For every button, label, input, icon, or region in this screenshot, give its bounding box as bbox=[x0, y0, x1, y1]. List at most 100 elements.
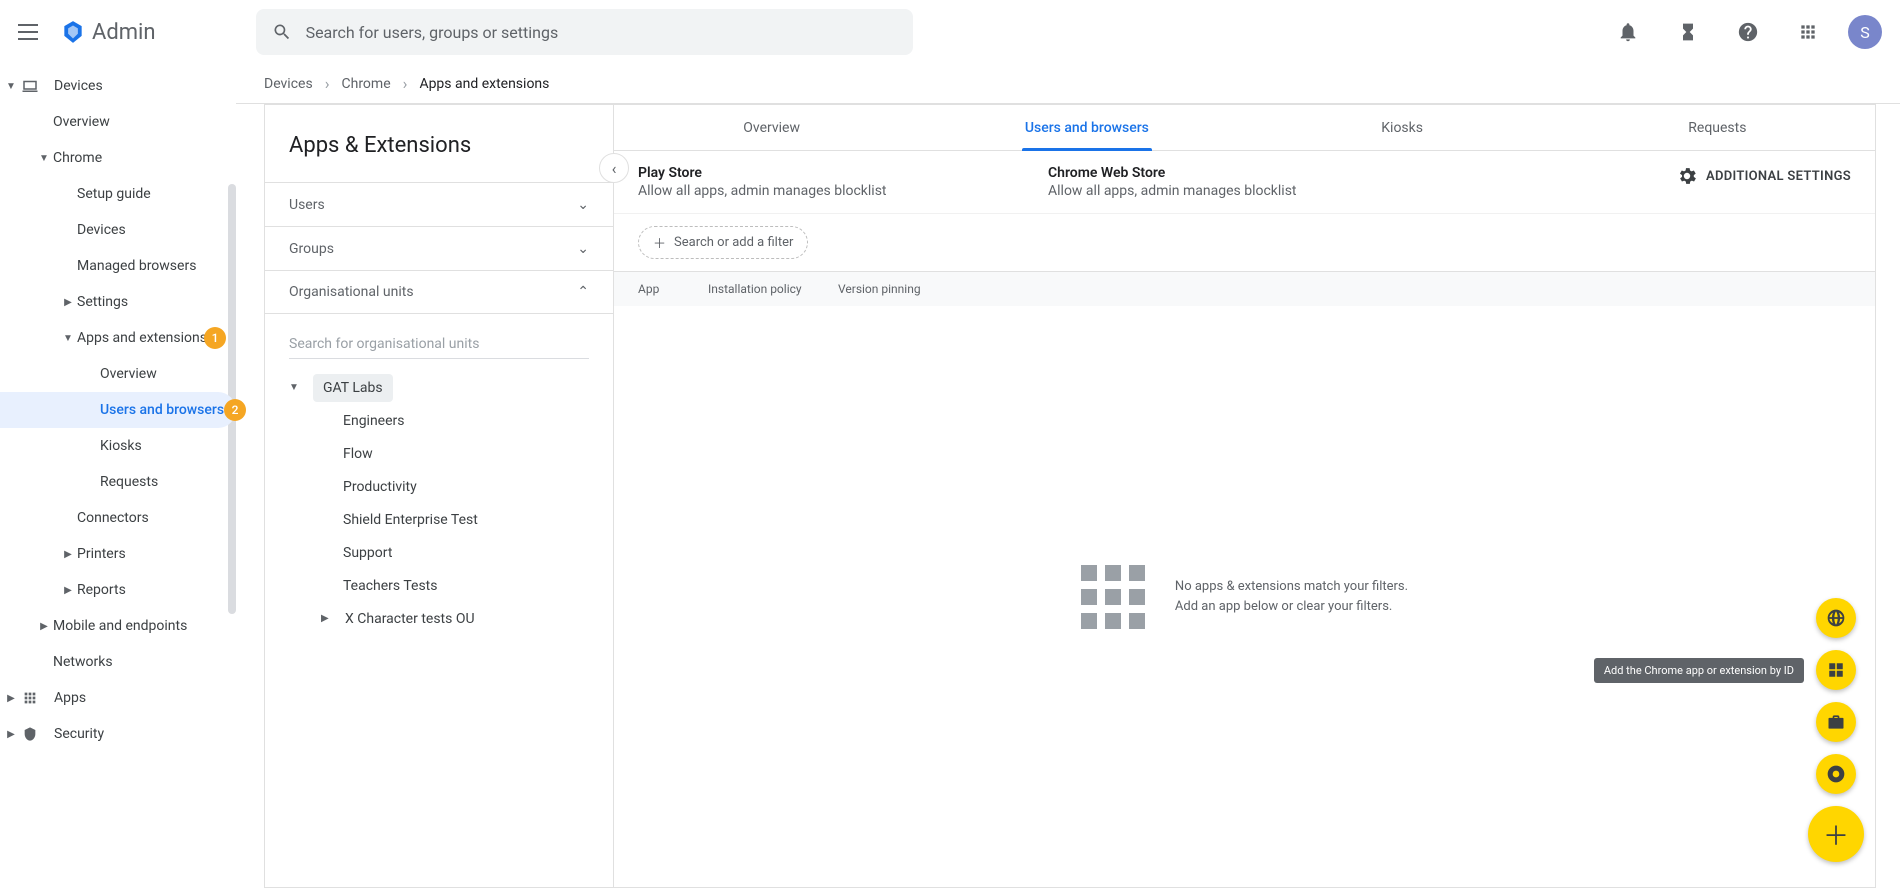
empty-text: No apps & extensions match your filters.… bbox=[1175, 577, 1408, 616]
caret-down-icon: ▼ bbox=[59, 333, 77, 344]
header: Admin S bbox=[0, 0, 1900, 64]
caret-right-icon: ▶ bbox=[2, 729, 20, 740]
avatar[interactable]: S bbox=[1848, 15, 1882, 49]
bell-icon[interactable] bbox=[1608, 12, 1648, 52]
apps-list-panel: ‹ Overview Users and browsers Kiosks Req… bbox=[614, 104, 1876, 888]
fab-add-by-id[interactable]: 4 Add the Chrome app or extension by ID bbox=[1816, 650, 1856, 690]
caret-down-icon: ▼ bbox=[289, 382, 313, 393]
menu-icon[interactable] bbox=[18, 20, 42, 44]
sidebar-item-devices-sub[interactable]: Devices bbox=[0, 212, 236, 248]
chevron-down-icon: ⌄ bbox=[577, 241, 589, 257]
sidebar-item-printers[interactable]: ▶Printers bbox=[0, 536, 236, 572]
groups-section[interactable]: Groups ⌄ bbox=[265, 226, 613, 270]
add-filter-chip[interactable]: ＋ Search or add a filter bbox=[638, 226, 808, 259]
ou-root[interactable]: ▼ GAT Labs bbox=[265, 371, 613, 404]
sidebar-item-ae-users-browsers[interactable]: Users and browsers 2 bbox=[0, 392, 236, 428]
search-input[interactable] bbox=[306, 23, 897, 42]
search-icon bbox=[272, 22, 292, 42]
tabs: Overview Users and browsers Kiosks Reque… bbox=[614, 105, 1875, 151]
admin-logo-icon bbox=[60, 19, 86, 45]
gear-icon bbox=[1676, 165, 1698, 187]
col-install-policy: Installation policy bbox=[708, 282, 838, 296]
table-header: App Installation policy Version pinning bbox=[614, 272, 1875, 306]
ou-child-expandable[interactable]: ▶ X Character tests OU bbox=[265, 602, 613, 635]
apps-icon bbox=[20, 688, 40, 708]
ou-child[interactable]: Engineers bbox=[265, 404, 613, 437]
sidebar-item-settings[interactable]: ▶Settings bbox=[0, 284, 236, 320]
sidebar-item-ae-requests[interactable]: Requests bbox=[0, 464, 236, 500]
product-logo[interactable]: Admin bbox=[60, 19, 156, 45]
sidebar-item-apps-extensions[interactable]: ▼Apps and extensions 1 bbox=[0, 320, 236, 356]
content-area: Devices › Chrome › Apps and extensions A… bbox=[236, 64, 1900, 888]
ou-child[interactable]: Productivity bbox=[265, 470, 613, 503]
ou-search-input[interactable] bbox=[289, 330, 589, 359]
chevron-down-icon: ⌄ bbox=[577, 197, 589, 213]
policy-row: Play Store Allow all apps, admin manages… bbox=[614, 151, 1875, 214]
ou-child[interactable]: Shield Enterprise Test bbox=[265, 503, 613, 536]
hourglass-icon[interactable] bbox=[1668, 12, 1708, 52]
fab-add[interactable]: ＋ bbox=[1808, 806, 1864, 862]
tab-kiosks[interactable]: Kiosks bbox=[1245, 105, 1560, 150]
sidebar-item-ae-overview[interactable]: Overview bbox=[0, 356, 236, 392]
sidebar-item-networks[interactable]: Networks bbox=[0, 644, 236, 680]
sidebar-item-mobile[interactable]: ▶Mobile and endpoints bbox=[0, 608, 236, 644]
sidebar-item-chrome[interactable]: ▼Chrome bbox=[0, 140, 236, 176]
caret-right-icon: ▶ bbox=[59, 585, 77, 596]
sidebar-item-security[interactable]: ▶ Security bbox=[0, 716, 236, 752]
grid-icon bbox=[1827, 661, 1845, 679]
sidebar-item-overview[interactable]: Overview bbox=[0, 104, 236, 140]
tab-users-browsers[interactable]: Users and browsers bbox=[929, 105, 1244, 150]
sidebar: ▼ Devices Overview ▼Chrome Setup guide D… bbox=[0, 64, 236, 888]
sidebar-label: Devices bbox=[54, 78, 103, 94]
fab-stack: 4 Add the Chrome app or extension by ID … bbox=[1808, 598, 1864, 862]
sidebar-item-devices[interactable]: ▼ Devices bbox=[0, 68, 236, 104]
search-bar[interactable] bbox=[256, 9, 913, 55]
breadcrumb-link[interactable]: Devices bbox=[264, 76, 313, 92]
panel-title: Apps & Extensions bbox=[265, 105, 613, 182]
filter-row: ＋ Search or add a filter bbox=[614, 214, 1875, 272]
sidebar-item-reports[interactable]: ▶Reports bbox=[0, 572, 236, 608]
globe-icon bbox=[1826, 608, 1846, 628]
play-store-policy[interactable]: Play Store Allow all apps, admin manages… bbox=[638, 165, 988, 199]
devices-icon bbox=[20, 76, 40, 96]
caret-right-icon: ▶ bbox=[2, 693, 20, 704]
chevron-right-icon: › bbox=[403, 74, 408, 93]
grid-placeholder-icon bbox=[1081, 565, 1145, 629]
shield-icon bbox=[20, 724, 40, 744]
caret-down-icon: ▼ bbox=[35, 153, 53, 164]
ou-child[interactable]: Support bbox=[265, 536, 613, 569]
breadcrumb-current: Apps and extensions bbox=[419, 76, 549, 92]
ou-section[interactable]: Organisational units ⌃ bbox=[265, 270, 613, 314]
fab-add-from-url[interactable] bbox=[1816, 598, 1856, 638]
plus-icon: ＋ bbox=[653, 233, 666, 252]
ou-child[interactable]: Flow bbox=[265, 437, 613, 470]
additional-settings-button[interactable]: ADDITIONAL SETTINGS bbox=[1676, 165, 1851, 187]
collapse-left-panel-button[interactable]: ‹ bbox=[599, 153, 629, 183]
sidebar-item-setup-guide[interactable]: Setup guide bbox=[0, 176, 236, 212]
sidebar-item-connectors[interactable]: Connectors bbox=[0, 500, 236, 536]
empty-state: No apps & extensions match your filters.… bbox=[614, 306, 1875, 887]
caret-down-icon: ▼ bbox=[2, 81, 20, 92]
ou-child[interactable]: Teachers Tests bbox=[265, 569, 613, 602]
fab-add-from-play[interactable] bbox=[1816, 702, 1856, 742]
users-section[interactable]: Users ⌄ bbox=[265, 182, 613, 226]
header-actions: S bbox=[1608, 12, 1882, 52]
apps-grid-icon[interactable] bbox=[1788, 12, 1828, 52]
chevron-right-icon: › bbox=[325, 74, 330, 93]
chrome-icon bbox=[1826, 764, 1846, 784]
apps-extensions-panel: Apps & Extensions Users ⌄ Groups ⌄ Organ… bbox=[264, 104, 614, 888]
sidebar-item-ae-kiosks[interactable]: Kiosks bbox=[0, 428, 236, 464]
breadcrumb: Devices › Chrome › Apps and extensions bbox=[236, 64, 1900, 104]
breadcrumb-link[interactable]: Chrome bbox=[342, 76, 391, 92]
tab-requests[interactable]: Requests bbox=[1560, 105, 1875, 150]
web-store-policy[interactable]: Chrome Web Store Allow all apps, admin m… bbox=[1048, 165, 1398, 199]
sidebar-item-managed-browsers[interactable]: Managed browsers bbox=[0, 248, 236, 284]
tooltip: Add the Chrome app or extension by ID bbox=[1594, 658, 1804, 683]
tab-overview[interactable]: Overview bbox=[614, 105, 929, 150]
caret-right-icon: ▶ bbox=[35, 621, 53, 632]
fab-add-from-chrome-store[interactable] bbox=[1816, 754, 1856, 794]
caret-right-icon: ▶ bbox=[59, 549, 77, 560]
sidebar-item-apps[interactable]: ▶ Apps bbox=[0, 680, 236, 716]
col-app: App bbox=[638, 282, 708, 296]
help-icon[interactable] bbox=[1728, 12, 1768, 52]
